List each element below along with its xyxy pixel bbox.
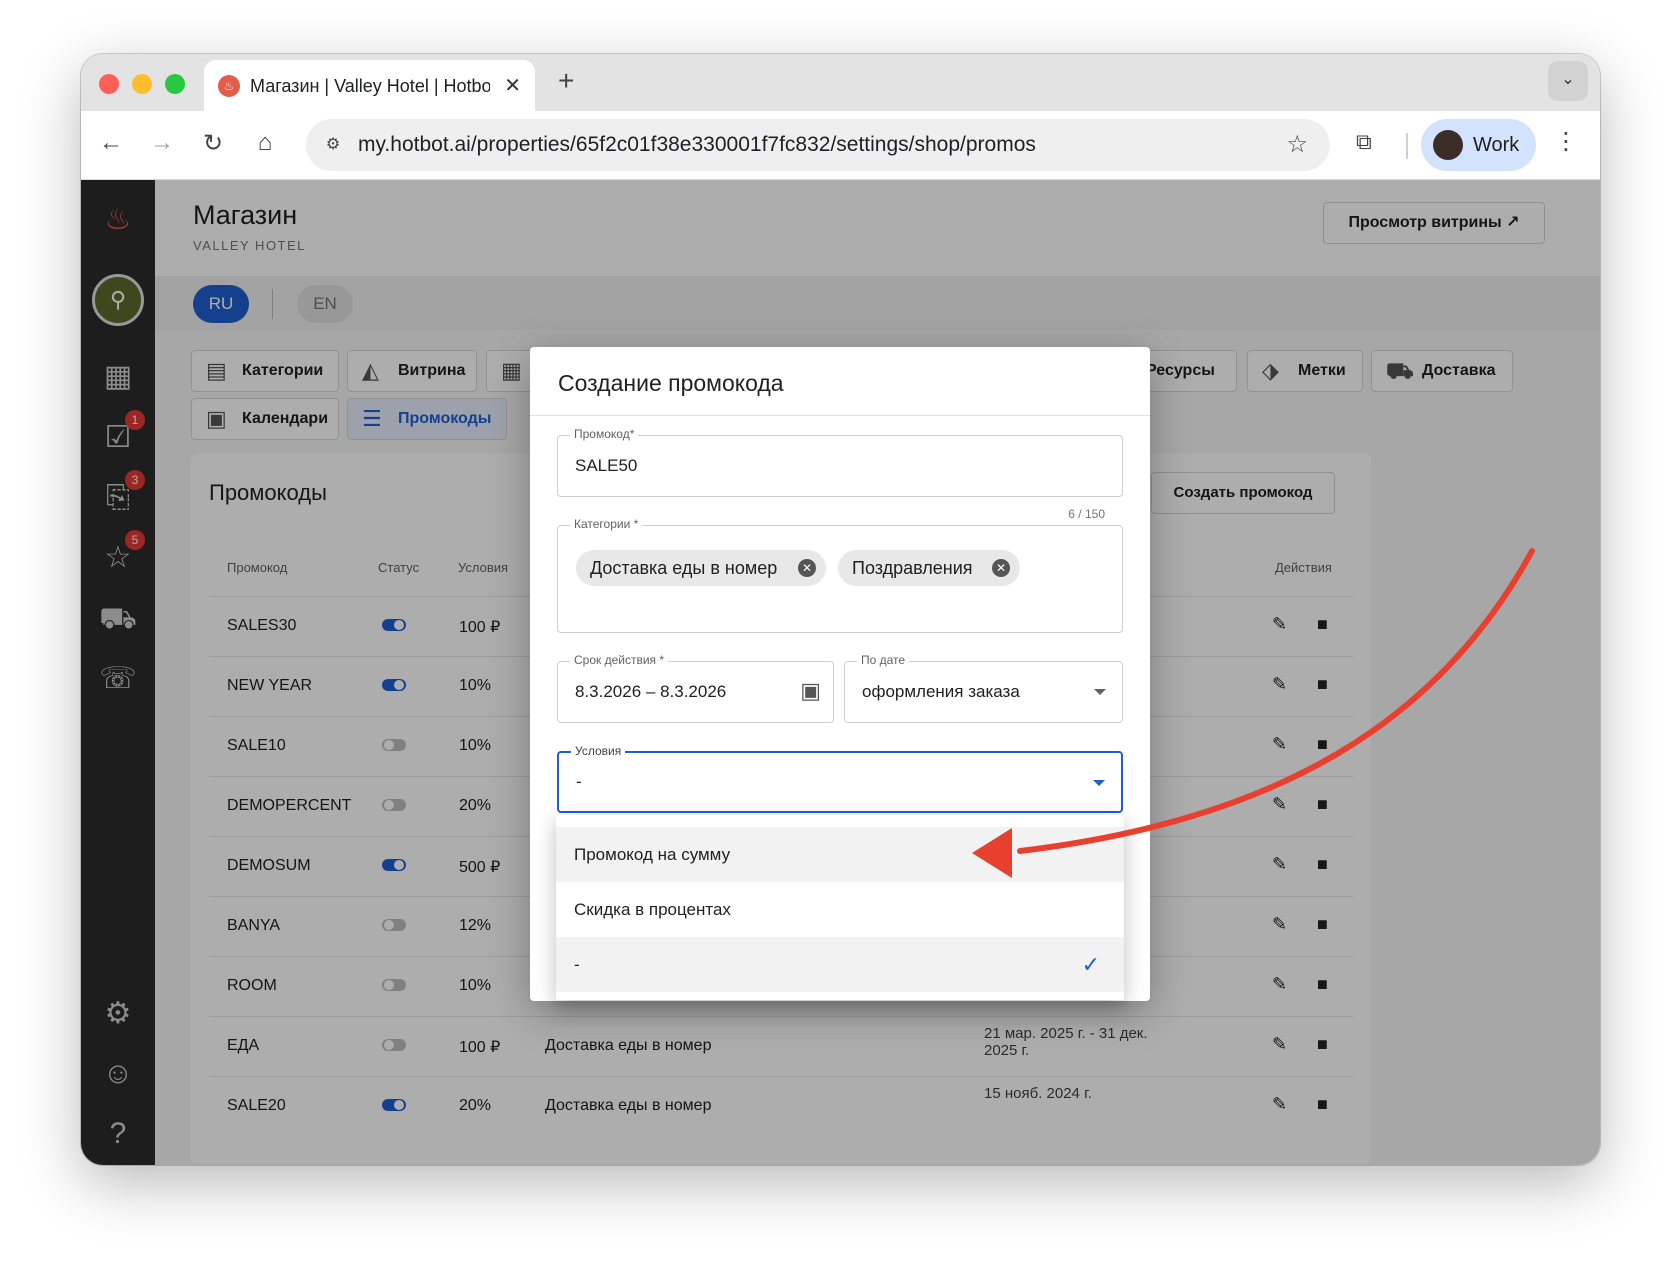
category-chip[interactable]: Поздравления ✕ [838,550,1020,586]
extensions-icon[interactable]: ⧉ [1356,129,1372,155]
option-none[interactable]: - ✓ [556,937,1124,992]
validity-label: Срок действия * [570,653,669,667]
forward-icon[interactable]: → [146,129,178,157]
tab-close-icon[interactable]: ✕ [504,73,521,98]
hotbot-favicon-icon: ♨ [218,75,240,97]
chevron-down-icon [1094,689,1106,695]
by-date-select[interactable]: По дате оформления заказа [844,653,1123,723]
by-date-value: оформления заказа [862,682,1020,701]
tab-strip: ♨ Магазин | Valley Hotel | Hotbot ✕ + ⌄ [81,54,1600,111]
back-icon[interactable]: ← [95,129,127,157]
close-window-button[interactable] [99,74,119,94]
category-chip[interactable]: Доставка еды в номер ✕ [576,550,826,586]
minimize-window-button[interactable] [132,74,152,94]
tab-title: Магазин | Valley Hotel | Hotbot [250,76,490,96]
new-tab-button[interactable]: + [558,65,574,97]
browser-toolbar: ← → ↻ ⌂ ⚙ my.hotbot.ai/properties/65f2c0… [81,111,1600,180]
profile-avatar [1433,130,1463,160]
validity-value[interactable]: 8.3.2026 – 8.3.2026 [575,682,726,702]
conditions-dropdown: Промокод на сумму Скидка в процентах - ✓ [556,815,1124,1000]
conditions-value: - [576,772,582,791]
maximize-window-button[interactable] [165,74,185,94]
option-percent-discount[interactable]: Скидка в процентах [556,882,1124,937]
dialog-title: Создание промокода [558,370,784,396]
check-icon: ✓ [1081,952,1100,977]
calendar-icon[interactable]: ▣ [800,678,821,704]
tab-search-button[interactable]: ⌄ [1548,61,1588,101]
categories-label: Категории * [570,517,643,531]
url-text[interactable]: my.hotbot.ai/properties/65f2c01f38e33000… [358,133,1036,157]
option-amount-promo[interactable]: Промокод на сумму [556,827,1124,882]
remove-chip-icon[interactable]: ✕ [992,559,1010,577]
promo-code-field[interactable]: Промокод* SALE50 [557,427,1123,497]
home-icon[interactable]: ⌂ [249,129,281,157]
bookmark-star-icon[interactable]: ☆ [1286,130,1308,159]
site-settings-icon[interactable]: ⚙ [320,132,346,158]
browser-tab[interactable]: ♨ Магазин | Valley Hotel | Hotbot ✕ [204,60,535,111]
promo-code-counter: 6 / 150 [1068,507,1105,521]
by-date-label: По дате [857,653,910,667]
conditions-select[interactable]: Условия - [557,744,1123,813]
dialog-header: Создание промокода [530,347,1150,416]
conditions-label: Условия [571,744,626,758]
promo-code-value[interactable]: SALE50 [575,456,637,476]
reload-icon[interactable]: ↻ [197,129,229,158]
toolbar-divider [1406,133,1408,159]
promo-code-label: Промокод* [570,427,639,441]
option-none-label: - [574,955,580,974]
address-bar[interactable]: ⚙ my.hotbot.ai/properties/65f2c01f38e330… [306,119,1330,171]
menu-icon[interactable]: ⋮ [1554,127,1578,156]
remove-chip-icon[interactable]: ✕ [798,559,816,577]
category-chip-label: Поздравления [852,558,973,578]
categories-field[interactable]: Категории * Доставка еды в номер ✕ Поздр… [557,517,1123,633]
profile-button[interactable]: Work [1421,119,1536,171]
validity-field[interactable]: Срок действия * 8.3.2026 – 8.3.2026 ▣ [557,653,834,723]
chevron-down-icon [1093,780,1105,786]
category-chip-label: Доставка еды в номер [590,558,778,578]
profile-name: Work [1473,134,1520,156]
